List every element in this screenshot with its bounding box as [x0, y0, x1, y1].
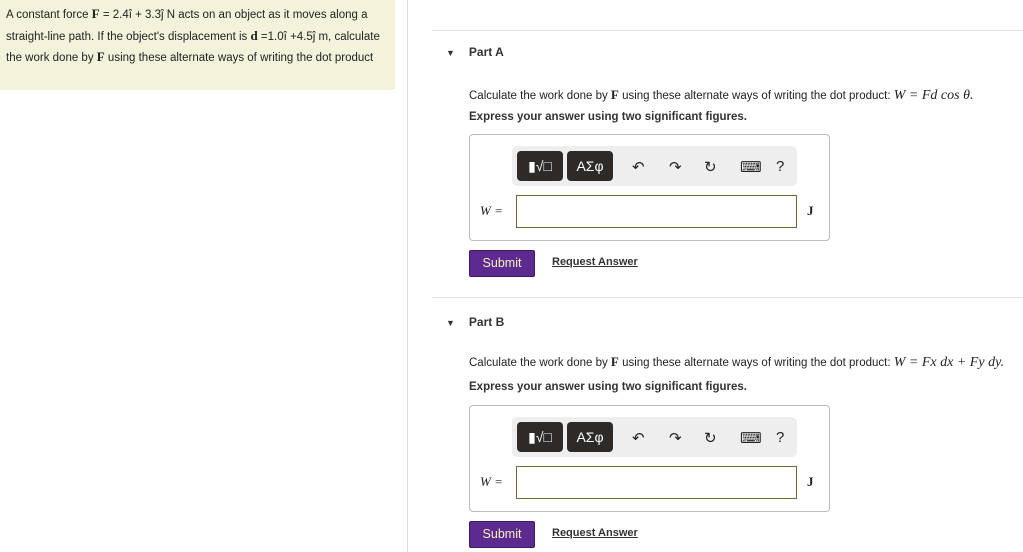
instructions: Express your answer using two significan…: [469, 111, 747, 123]
variable-label: W =: [480, 474, 503, 489]
reset-icon[interactable]: ↻: [704, 158, 717, 176]
variable-label: W =: [480, 203, 503, 218]
part-b: ▼ Part B Calculate the work done by F usi…: [432, 297, 1023, 552]
submit-button[interactable]: Submit: [469, 250, 535, 277]
text: using these alternate ways of writing th…: [618, 357, 894, 369]
question: Calculate the work done by F using these…: [469, 354, 1004, 371]
force-vector: F: [610, 87, 619, 102]
displacement-vector: d: [250, 27, 258, 43]
question: Calculate the work done by F using these…: [469, 87, 973, 104]
collapse-triangle-icon: ▼: [446, 318, 455, 328]
math-toolbar: ▮√□ ΑΣφ ↶ ↷ ↻ ⌨ ?: [512, 417, 797, 457]
redo-icon[interactable]: ↷: [669, 429, 682, 447]
text: =1.0: [257, 30, 284, 43]
part-a: ▼ Part A Calculate the work done by F usi…: [432, 30, 1023, 297]
problem-statement: A constant force F = 2.4î + 3.3ĵ N acts …: [0, 0, 395, 90]
part-title: Part A: [468, 45, 504, 59]
templates-button[interactable]: ▮√□: [517, 422, 563, 452]
text: A constant force: [6, 9, 92, 21]
force-vector: F: [91, 6, 100, 21]
formula: W = Fx dx + Fy dy.: [893, 355, 1005, 370]
instructions: Express your answer using two significan…: [469, 381, 747, 393]
request-answer-link[interactable]: Request Answer: [552, 256, 638, 268]
text: = 2.4: [99, 9, 129, 21]
part-b-toggle[interactable]: ▼ Part B: [446, 315, 504, 329]
keyboard-icon[interactable]: ⌨: [740, 429, 762, 447]
unit-label: J: [807, 203, 814, 218]
part-a-toggle[interactable]: ▼ Part A: [446, 45, 504, 59]
undo-icon[interactable]: ↶: [632, 429, 645, 447]
answer-input[interactable]: [516, 195, 797, 228]
redo-icon[interactable]: ↷: [669, 158, 682, 176]
help-icon[interactable]: ?: [776, 158, 784, 175]
text: + 3.3: [131, 9, 162, 21]
answer-input[interactable]: [516, 466, 797, 499]
submit-button[interactable]: Submit: [469, 521, 535, 548]
formula: W = Fd cos θ.: [893, 88, 974, 103]
collapse-triangle-icon: ▼: [446, 48, 455, 58]
part-title: Part B: [468, 315, 505, 329]
force-vector: F: [96, 49, 105, 64]
unit-label: J: [807, 474, 814, 489]
text: +4.5: [286, 30, 313, 43]
answer-box: ▮√□ ΑΣφ ↶ ↷ ↻ ⌨ ? W = J: [469, 134, 830, 241]
answer-box: ▮√□ ΑΣφ ↶ ↷ ↻ ⌨ ? W = J: [469, 405, 830, 512]
templates-button[interactable]: ▮√□: [517, 151, 563, 181]
force-vector: F: [610, 354, 619, 369]
keyboard-icon[interactable]: ⌨: [740, 158, 762, 176]
column-divider: [407, 0, 408, 552]
text: Calculate the work done by: [469, 357, 611, 369]
request-answer-link[interactable]: Request Answer: [552, 527, 638, 539]
text: using these alternate ways of writing th…: [618, 90, 894, 102]
text: Calculate the work done by: [469, 90, 611, 102]
text: using these alternate ways of writing th…: [104, 52, 374, 64]
help-icon[interactable]: ?: [776, 429, 784, 446]
symbols-button[interactable]: ΑΣφ: [567, 151, 613, 181]
math-toolbar: ▮√□ ΑΣφ ↶ ↷ ↻ ⌨ ?: [512, 146, 797, 186]
undo-icon[interactable]: ↶: [632, 158, 645, 176]
symbols-button[interactable]: ΑΣφ: [567, 422, 613, 452]
reset-icon[interactable]: ↻: [704, 429, 717, 447]
